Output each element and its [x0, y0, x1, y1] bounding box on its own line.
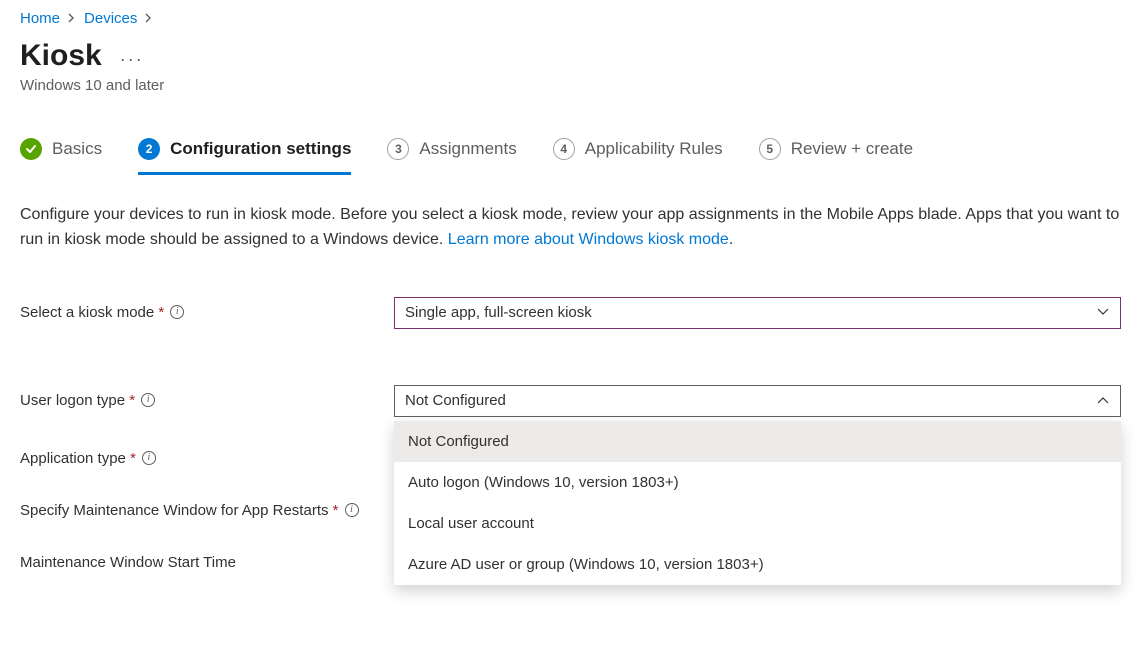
learn-more-link[interactable]: Learn more about Windows kiosk mode [448, 231, 729, 248]
tab-review-create[interactable]: 5 Review + create [759, 138, 913, 175]
tab-assignments[interactable]: 3 Assignments [387, 138, 516, 175]
more-actions-button[interactable]: ··· [116, 49, 148, 70]
dropdown-option-local-user[interactable]: Local user account [394, 503, 1121, 544]
required-indicator: * [158, 304, 164, 321]
step-number-icon: 3 [387, 138, 409, 160]
chevron-right-icon [145, 12, 153, 26]
form-area: Select a kiosk mode * i Single app, full… [20, 297, 1121, 573]
step-number-icon: 2 [138, 138, 160, 160]
kiosk-mode-select[interactable]: Single app, full-screen kiosk [394, 297, 1121, 329]
required-indicator: * [129, 392, 135, 409]
user-logon-type-select[interactable]: Not Configured [394, 385, 1121, 417]
info-icon[interactable]: i [142, 451, 156, 465]
step-number-icon: 5 [759, 138, 781, 160]
tab-basics[interactable]: Basics [20, 138, 102, 175]
breadcrumb-devices[interactable]: Devices [84, 10, 137, 27]
dropdown-option-not-configured[interactable]: Not Configured [394, 421, 1121, 462]
tab-label: Basics [52, 139, 102, 159]
check-icon [20, 138, 42, 160]
step-number-icon: 4 [553, 138, 575, 160]
tab-label: Assignments [419, 139, 516, 159]
tab-label: Applicability Rules [585, 139, 723, 159]
page-header: Kiosk ··· [20, 39, 1121, 73]
field-label: Application type * i [20, 443, 394, 469]
field-kiosk-mode: Select a kiosk mode * i Single app, full… [20, 297, 1121, 329]
info-icon[interactable]: i [345, 503, 359, 517]
field-label: User logon type * i [20, 385, 394, 411]
tab-label: Configuration settings [170, 139, 351, 159]
info-icon[interactable]: i [170, 305, 184, 319]
tab-applicability-rules[interactable]: 4 Applicability Rules [553, 138, 723, 175]
info-icon[interactable]: i [141, 393, 155, 407]
dropdown-option-auto-logon[interactable]: Auto logon (Windows 10, version 1803+) [394, 462, 1121, 503]
description-text: Configure your devices to run in kiosk m… [20, 203, 1120, 253]
field-label: Maintenance Window Start Time [20, 547, 394, 573]
chevron-right-icon [68, 12, 76, 26]
field-label: Select a kiosk mode * i [20, 297, 394, 323]
field-user-logon-type: User logon type * i Not Configured Not C… [20, 385, 1121, 417]
select-value: Single app, full-screen kiosk [405, 304, 592, 321]
breadcrumb: Home Devices [20, 0, 1121, 33]
tab-configuration-settings[interactable]: 2 Configuration settings [138, 138, 351, 175]
required-indicator: * [130, 450, 136, 467]
chevron-up-icon [1096, 392, 1110, 409]
chevron-down-icon [1096, 304, 1110, 321]
page-subtitle: Windows 10 and later [20, 77, 1121, 94]
dropdown-option-azure-ad[interactable]: Azure AD user or group (Windows 10, vers… [394, 544, 1121, 585]
tab-label: Review + create [791, 139, 913, 159]
breadcrumb-home[interactable]: Home [20, 10, 60, 27]
field-label: Specify Maintenance Window for App Resta… [20, 495, 394, 521]
page-title: Kiosk [20, 39, 102, 73]
required-indicator: * [333, 502, 339, 519]
select-value: Not Configured [405, 392, 506, 409]
user-logon-type-dropdown: Not Configured Auto logon (Windows 10, v… [394, 421, 1121, 585]
wizard-tabs: Basics 2 Configuration settings 3 Assign… [20, 138, 1121, 175]
